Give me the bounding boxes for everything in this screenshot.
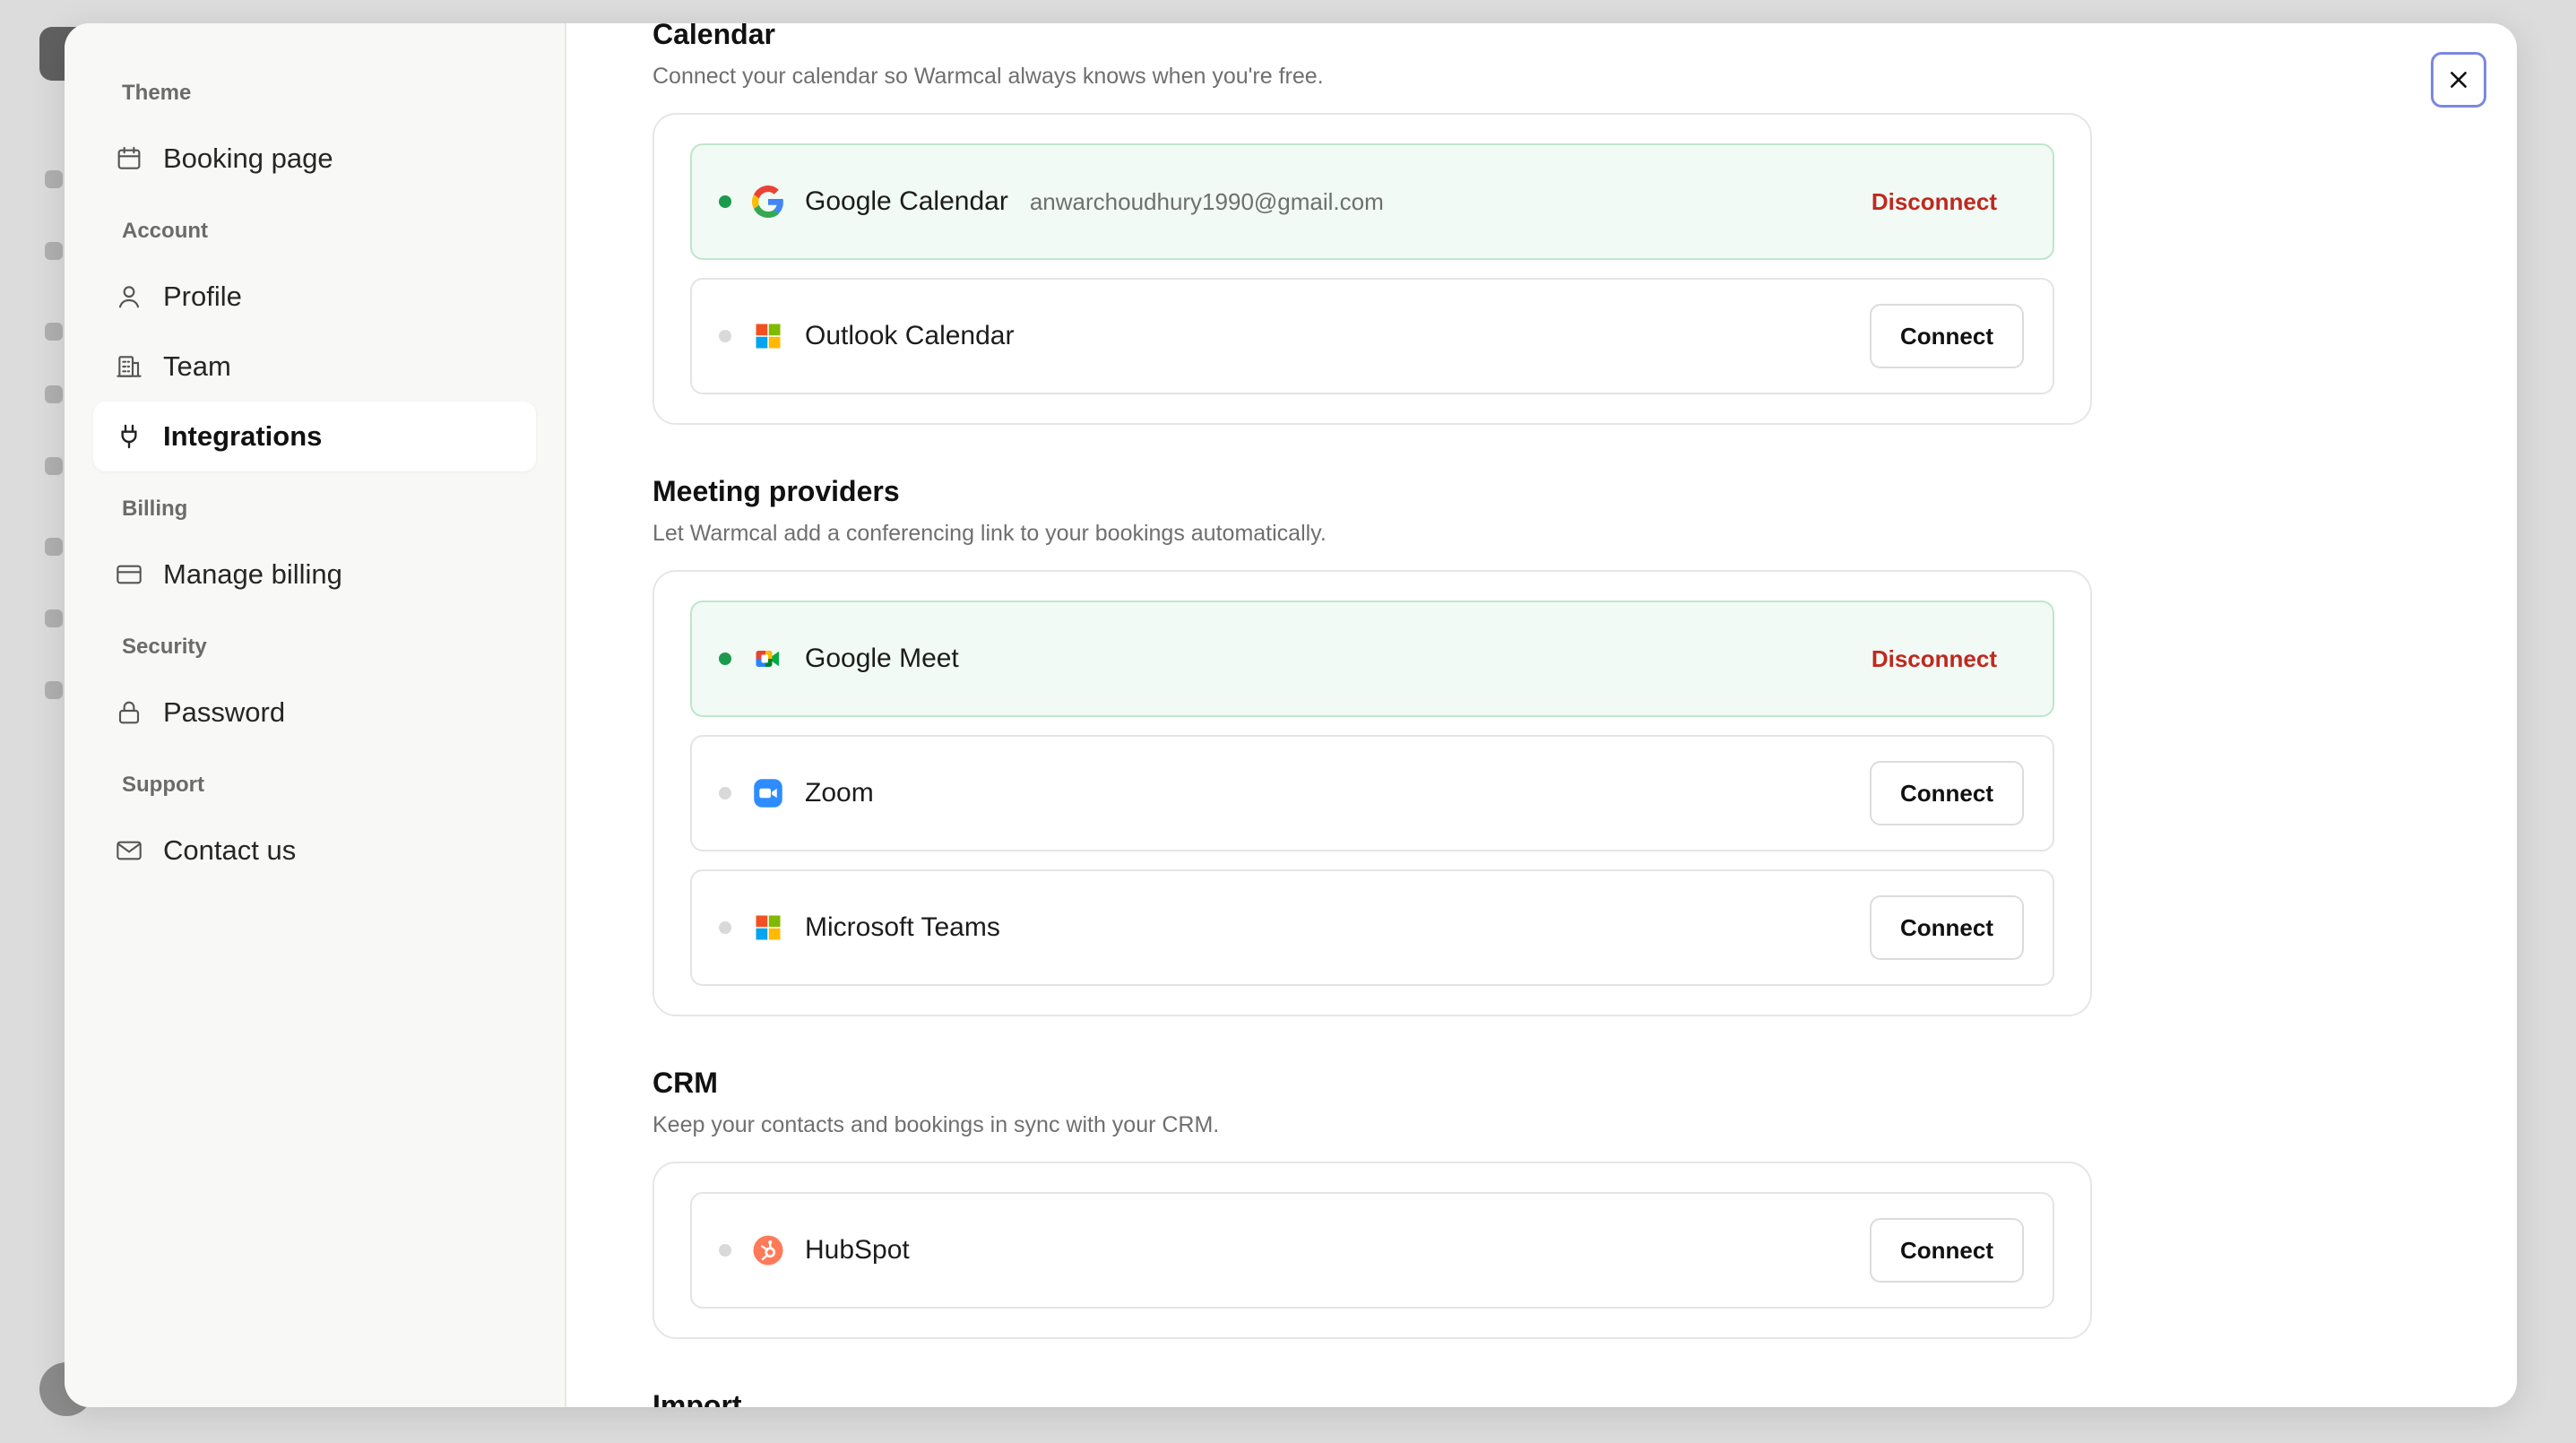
sidebar-section-label: Billing <box>122 497 188 521</box>
integration-row-zoom: Zoom Connect <box>690 735 2054 851</box>
section-title: Calendar <box>653 23 775 50</box>
sidebar-item-manage-billing[interactable]: Manage billing <box>93 540 536 609</box>
crm-panel: HubSpot Connect <box>653 1162 2092 1339</box>
blurred-nav-icon <box>45 242 63 260</box>
microsoft-icon <box>751 911 785 945</box>
sidebar-group-security: Security Password <box>93 635 536 747</box>
blurred-nav-icon <box>45 538 63 556</box>
sidebar-section-label: Theme <box>122 81 192 105</box>
integration-name: Google Calendar <box>805 186 1008 216</box>
settings-modal: Theme Booking page Account Profile Team … <box>65 23 2517 1407</box>
integration-name: Google Meet <box>805 644 959 673</box>
integration-name: Outlook Calendar <box>805 321 1015 350</box>
sidebar-group-account: Account Profile Team Integrations <box>93 219 536 471</box>
section-title: Import <box>653 1389 742 1407</box>
section-title: CRM <box>653 1067 718 1099</box>
sidebar-group-support: Support Contact us <box>93 773 536 886</box>
section-description: Connect your calendar so Warmcal always … <box>653 64 1324 89</box>
sidebar-section-label: Security <box>122 635 207 659</box>
connect-button[interactable]: Connect <box>1870 304 2024 368</box>
user-icon <box>113 281 145 313</box>
zoom-icon <box>751 776 785 810</box>
sidebar-item-profile[interactable]: Profile <box>93 262 536 332</box>
sidebar-item-label: Manage billing <box>163 558 342 590</box>
section-title: Meeting providers <box>653 475 900 507</box>
blurred-nav-icon <box>45 385 63 403</box>
status-dot-disconnected <box>719 921 731 934</box>
settings-sidebar: Theme Booking page Account Profile Team … <box>65 23 566 1407</box>
crm-section: CRM Keep your contacts and bookings in s… <box>653 1067 2092 1339</box>
microsoft-icon <box>751 319 785 353</box>
connect-button[interactable]: Connect <box>1870 1218 2024 1283</box>
blurred-nav-icon <box>45 323 63 341</box>
section-description: Keep your contacts and bookings in sync … <box>653 1112 1220 1137</box>
lock-icon <box>113 696 145 729</box>
close-icon <box>2451 72 2467 88</box>
section-description: Let Warmcal add a conferencing link to y… <box>653 521 1327 546</box>
sidebar-item-label: Contact us <box>163 834 297 866</box>
integration-row-hubspot: HubSpot Connect <box>690 1192 2054 1309</box>
integration-row-microsoft-teams: Microsoft Teams Connect <box>690 869 2054 986</box>
connect-button[interactable]: Connect <box>1870 895 2024 960</box>
sidebar-item-team[interactable]: Team <box>93 332 536 402</box>
sidebar-group-billing: Billing Manage billing <box>93 497 536 609</box>
integration-row-outlook-calendar: Outlook Calendar Connect <box>690 278 2054 394</box>
calendar-section: Calendar Connect your calendar so Warmca… <box>653 23 2092 425</box>
sidebar-item-label: Password <box>163 696 286 728</box>
sidebar-item-booking-page[interactable]: Booking page <box>93 124 536 194</box>
status-dot-connected <box>719 652 731 665</box>
sidebar-item-label: Booking page <box>163 143 333 174</box>
google-meet-icon <box>751 642 785 676</box>
google-icon <box>751 185 785 219</box>
import-section: Import <box>653 1389 2092 1407</box>
sidebar-group-theme: Theme Booking page <box>93 81 536 194</box>
sidebar-item-label: Profile <box>163 281 242 312</box>
blurred-nav-icon <box>45 609 63 627</box>
disconnect-button[interactable]: Disconnect <box>1871 188 1997 216</box>
blurred-nav-icon <box>45 681 63 699</box>
integration-name: Microsoft Teams <box>805 912 1000 942</box>
mail-icon <box>113 834 145 867</box>
calendar-icon <box>113 143 145 175</box>
sidebar-item-label: Team <box>163 350 231 382</box>
sidebar-item-contact-us[interactable]: Contact us <box>93 816 536 886</box>
sidebar-item-label: Integrations <box>163 420 323 452</box>
meeting-providers-panel: Google Meet Disconnect Zoom Connect Micr… <box>653 570 2092 1016</box>
calendar-panel: Google Calendar anwarchoudhury1990@gmail… <box>653 113 2092 425</box>
sidebar-section-label: Account <box>122 219 208 243</box>
sidebar-item-password[interactable]: Password <box>93 678 536 747</box>
connected-account-email: anwarchoudhury1990@gmail.com <box>1029 187 1384 215</box>
integration-name: Zoom <box>805 778 874 808</box>
sidebar-item-integrations[interactable]: Integrations <box>93 402 536 471</box>
building-icon <box>113 350 145 383</box>
blurred-nav-icon <box>45 457 63 475</box>
status-dot-connected <box>719 195 731 208</box>
blurred-nav-icon <box>45 170 63 188</box>
sidebar-section-label: Support <box>122 773 204 797</box>
status-dot-disconnected <box>719 1244 731 1257</box>
meeting-providers-section: Meeting providers Let Warmcal add a conf… <box>653 475 2092 1016</box>
close-button[interactable] <box>2431 52 2486 108</box>
integration-name: HubSpot <box>805 1235 910 1265</box>
integration-row-google-meet: Google Meet Disconnect <box>690 601 2054 717</box>
plug-icon <box>113 420 145 453</box>
connect-button[interactable]: Connect <box>1870 761 2024 825</box>
status-dot-disconnected <box>719 330 731 342</box>
hubspot-icon <box>751 1233 785 1267</box>
status-dot-disconnected <box>719 787 731 799</box>
integration-row-google-calendar: Google Calendar anwarchoudhury1990@gmail… <box>690 143 2054 260</box>
disconnect-button[interactable]: Disconnect <box>1871 645 1997 673</box>
credit-card-icon <box>113 558 145 591</box>
settings-main: Calendar Connect your calendar so Warmca… <box>566 23 2517 1407</box>
